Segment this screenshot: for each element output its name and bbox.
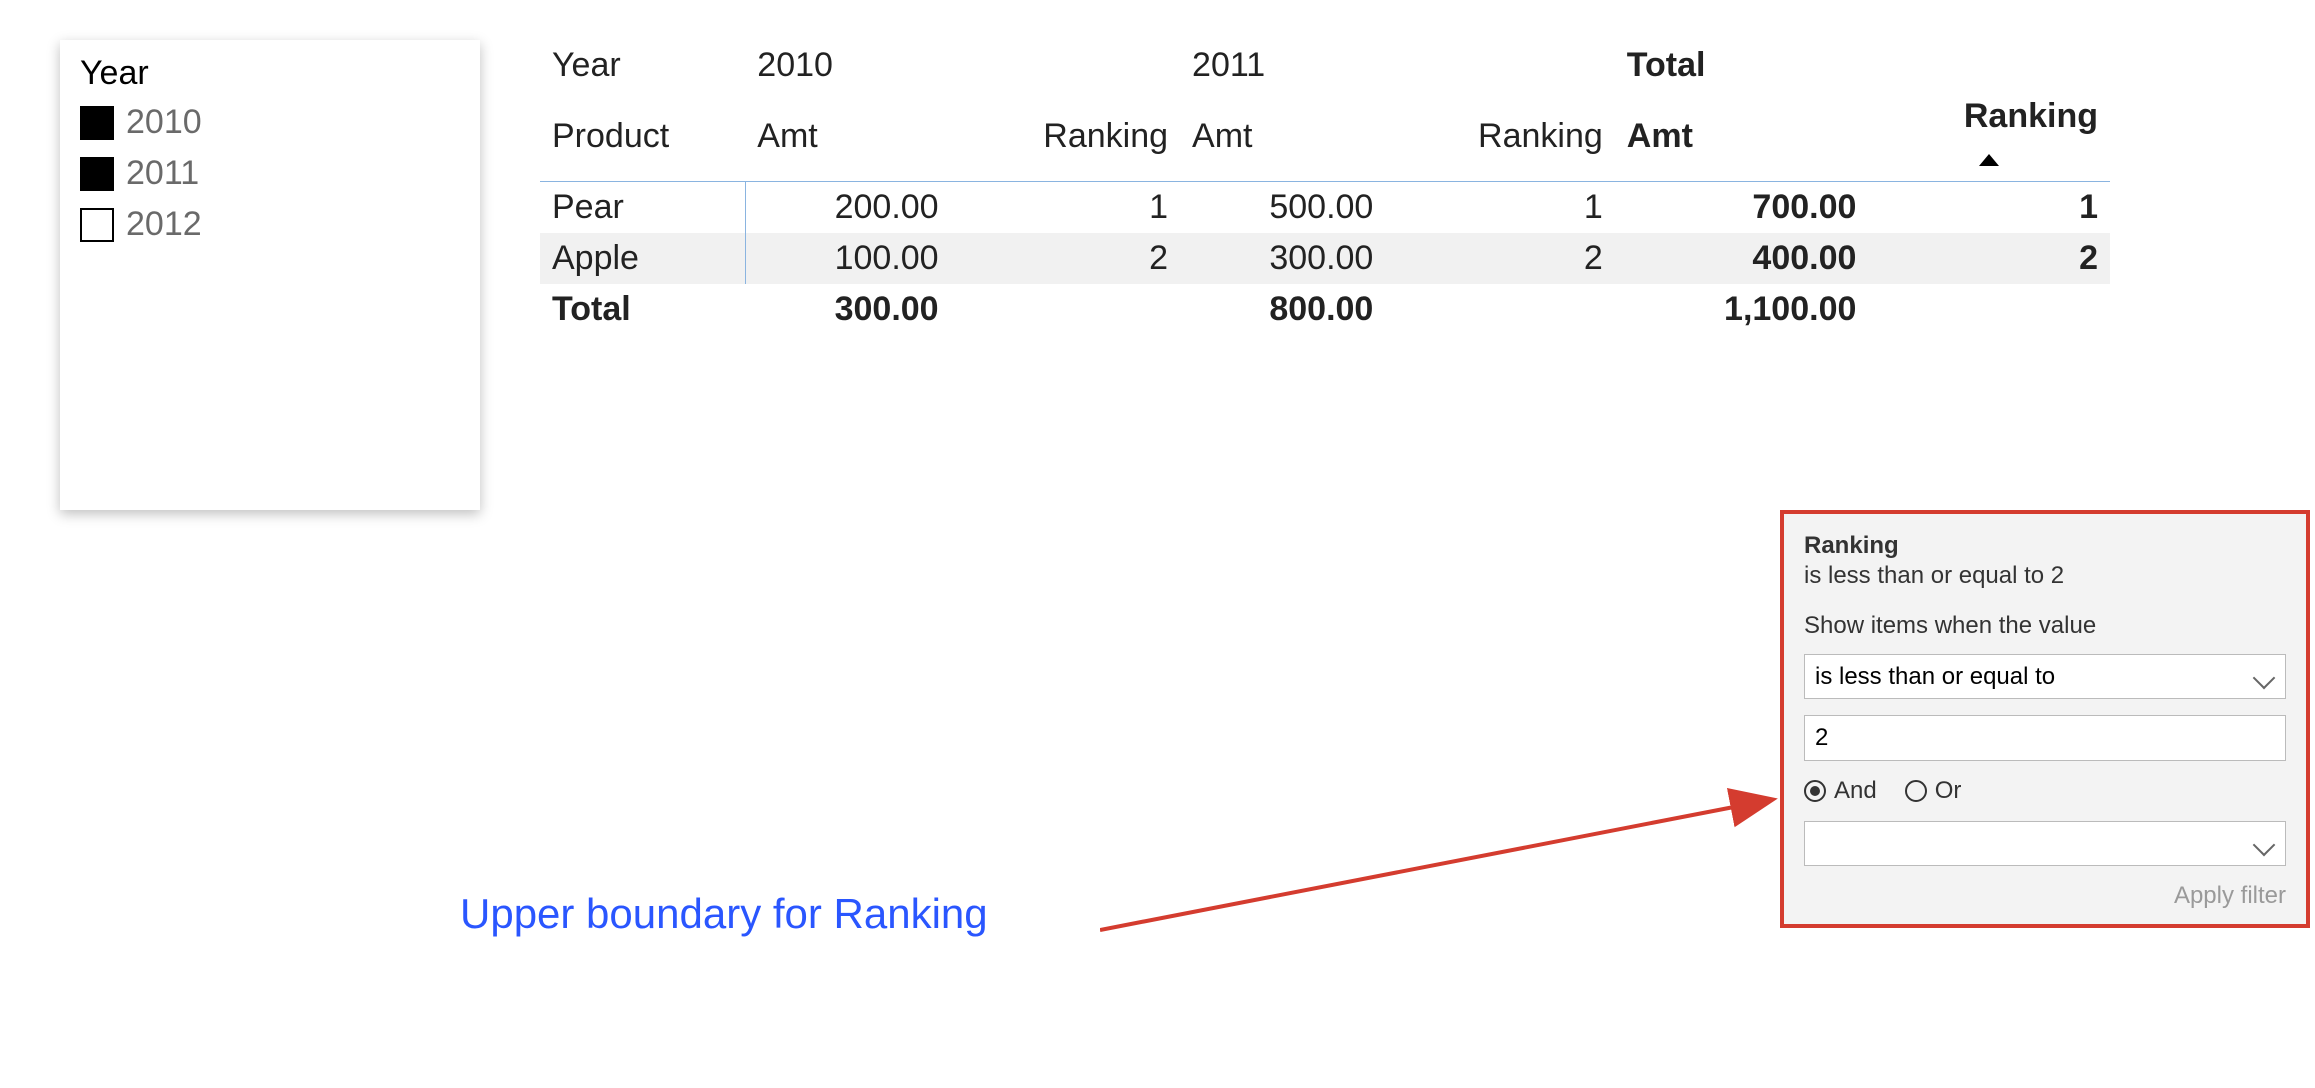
checkbox-icon	[80, 208, 114, 242]
cell-amt: 800.00	[1180, 284, 1385, 335]
cell-rank: 1	[1385, 182, 1614, 234]
filter-condition-1[interactable]: is less than or equal to	[1804, 654, 2286, 699]
cell-rank-total: 1	[1868, 182, 2110, 234]
radio-icon	[1804, 780, 1826, 802]
col-amt-2010[interactable]: Amt	[745, 91, 950, 182]
sort-asc-icon	[1979, 154, 1999, 166]
cell-amt-total: 700.00	[1615, 182, 1869, 234]
annotation-label: Upper boundary for Ranking	[460, 890, 988, 938]
matrix-visual: Year 2010 2011 Total Product Amt Ranking…	[540, 40, 2110, 335]
checkbox-icon	[80, 106, 114, 140]
filter-value-1[interactable]	[1804, 715, 2286, 761]
cell-rank-total: 2	[1868, 233, 2110, 284]
matrix-table: Year 2010 2011 Total Product Amt Ranking…	[540, 40, 2110, 335]
radio-and[interactable]: And	[1804, 777, 1877, 805]
apply-filter-button[interactable]: Apply filter	[2174, 882, 2286, 909]
col-rank-2011[interactable]: Ranking	[1385, 91, 1614, 182]
slicer-item-2011[interactable]: 2011	[80, 148, 460, 199]
year-slicer: Year 2010 2011 2012	[60, 40, 480, 510]
radio-or[interactable]: Or	[1905, 777, 1962, 805]
col-group-2011[interactable]: 2011	[1180, 40, 1615, 91]
cell-amt: 500.00	[1180, 182, 1385, 234]
cell-rank: 2	[951, 233, 1180, 284]
cell-amt: 300.00	[745, 284, 950, 335]
col-group-total[interactable]: Total	[1615, 40, 2110, 91]
col-group-2010[interactable]: 2010	[745, 40, 1180, 91]
slicer-title: Year	[80, 54, 460, 93]
col-amt-2011[interactable]: Amt	[1180, 91, 1385, 182]
col-rank-total[interactable]: Ranking	[1868, 91, 2110, 182]
filter-condition-2[interactable]	[1804, 821, 2286, 866]
col-rank-2010[interactable]: Ranking	[951, 91, 1180, 182]
corner-product: Product	[540, 91, 745, 182]
cell-rank: 1	[951, 182, 1180, 234]
slicer-item-label: 2012	[126, 199, 202, 250]
filter-card-ranking: Ranking is less than or equal to 2 Show …	[1780, 510, 2310, 928]
cell-amt: 200.00	[745, 182, 950, 234]
cell-amt: 300.00	[1180, 233, 1385, 284]
cell-product: Apple	[540, 233, 745, 284]
cell-amt-total: 1,100.00	[1615, 284, 1869, 335]
filter-logic-row: And Or	[1804, 777, 2286, 805]
radio-label: Or	[1935, 777, 1962, 805]
cell-amt: 100.00	[745, 233, 950, 284]
grand-total-row: Total 300.00 800.00 1,100.00	[540, 284, 2110, 335]
corner-year: Year	[540, 40, 745, 91]
radio-icon	[1905, 780, 1927, 802]
cell-amt-total: 400.00	[1615, 233, 1869, 284]
slicer-item-label: 2010	[126, 97, 202, 148]
annotation-arrow	[1100, 780, 1800, 980]
slicer-item-2012[interactable]: 2012	[80, 199, 460, 250]
filter-prompt: Show items when the value	[1804, 612, 2286, 640]
slicer-item-2010[interactable]: 2010	[80, 97, 460, 148]
radio-label: And	[1834, 777, 1877, 805]
slicer-item-label: 2011	[126, 148, 199, 199]
checkbox-icon	[80, 157, 114, 191]
filter-title: Ranking	[1804, 532, 2286, 560]
grand-total-label: Total	[540, 284, 745, 335]
cell-product: Pear	[540, 182, 745, 234]
cell-rank: 2	[1385, 233, 1614, 284]
col-rank-total-label: Ranking	[1964, 97, 2098, 135]
table-row[interactable]: Apple 100.00 2 300.00 2 400.00 2	[540, 233, 2110, 284]
filter-summary: is less than or equal to 2	[1804, 562, 2286, 590]
col-amt-total[interactable]: Amt	[1615, 91, 1869, 182]
table-row[interactable]: Pear 200.00 1 500.00 1 700.00 1	[540, 182, 2110, 234]
